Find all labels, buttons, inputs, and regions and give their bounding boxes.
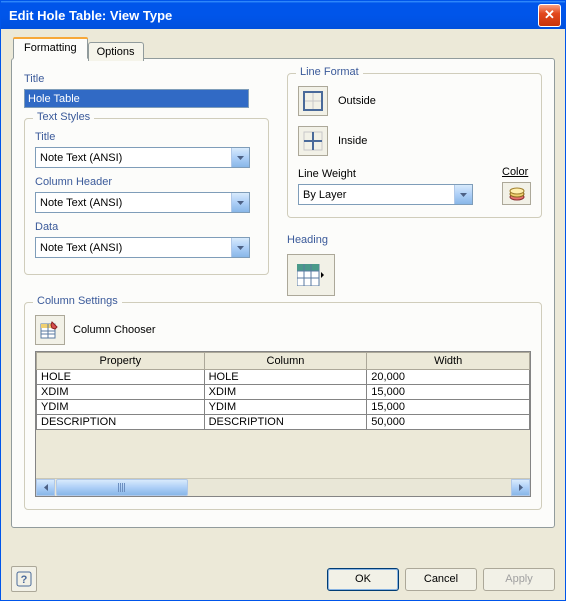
dialog-window: Edit Hole Table: View Type ✕ Formatting … xyxy=(0,0,566,601)
table-cell[interactable]: 50,000 xyxy=(367,415,530,430)
table-header-row: Property Column Width xyxy=(37,353,530,370)
help-button[interactable]: ? xyxy=(11,566,37,592)
close-button[interactable]: ✕ xyxy=(538,4,561,27)
th-width[interactable]: Width xyxy=(367,353,530,370)
close-icon: ✕ xyxy=(544,7,555,23)
tab-options[interactable]: Options xyxy=(88,42,144,61)
table-cell[interactable]: YDIM xyxy=(37,400,205,415)
help-icon: ? xyxy=(16,571,32,587)
title-style-label: Title xyxy=(35,131,258,143)
horizontal-scrollbar[interactable] xyxy=(36,478,530,496)
scroll-right-button[interactable] xyxy=(511,479,530,496)
heading-label: Heading xyxy=(287,234,542,246)
table-cell[interactable]: YDIM xyxy=(204,400,367,415)
text-styles-legend: Text Styles xyxy=(33,111,94,123)
tab-control: Formatting Options Title Text Styles Tit… xyxy=(11,37,555,528)
scroll-thumb[interactable] xyxy=(56,479,188,496)
table-row[interactable]: YDIMYDIM15,000 xyxy=(37,400,530,415)
table-cell[interactable]: XDIM xyxy=(37,385,205,400)
column-chooser-label: Column Chooser xyxy=(73,324,156,336)
line-format-legend: Line Format xyxy=(296,66,363,78)
table-cell[interactable]: 15,000 xyxy=(367,400,530,415)
ok-button[interactable]: OK xyxy=(327,568,399,591)
heading-button[interactable] xyxy=(287,254,335,296)
chevron-down-icon xyxy=(231,193,249,212)
scroll-left-button[interactable] xyxy=(36,479,55,496)
color-label: Color xyxy=(502,166,531,178)
inside-label: Inside xyxy=(338,135,367,147)
table-cell[interactable]: HOLE xyxy=(37,370,205,385)
window-title: Edit Hole Table: View Type xyxy=(9,8,172,23)
tab-panel-formatting: Title Text Styles Title Note Text (ANSI) xyxy=(11,58,555,528)
table-cell[interactable]: XDIM xyxy=(204,385,367,400)
line-weight-select[interactable]: By Layer xyxy=(298,184,473,205)
data-style-label: Data xyxy=(35,221,258,233)
table-row[interactable]: DESCRIPTIONDESCRIPTION50,000 xyxy=(37,415,530,430)
table-cell[interactable]: DESCRIPTION xyxy=(204,415,367,430)
column-table[interactable]: Property Column Width HOLEHOLE20,000XDIM… xyxy=(35,351,531,497)
table-cell[interactable]: HOLE xyxy=(204,370,367,385)
inside-line-button[interactable] xyxy=(298,126,328,156)
table-row[interactable]: XDIMXDIM15,000 xyxy=(37,385,530,400)
th-property[interactable]: Property xyxy=(37,353,205,370)
table-heading-icon xyxy=(297,264,325,286)
column-settings-legend: Column Settings xyxy=(33,295,122,307)
cancel-button[interactable]: Cancel xyxy=(405,568,477,591)
table-row[interactable]: HOLEHOLE20,000 xyxy=(37,370,530,385)
svg-text:?: ? xyxy=(21,574,28,586)
table-empty-area xyxy=(36,430,530,478)
titlebar[interactable]: Edit Hole Table: View Type ✕ xyxy=(1,1,565,29)
column-chooser-button[interactable] xyxy=(35,315,65,345)
color-button[interactable] xyxy=(502,182,531,205)
column-settings-group: Column Settings Co xyxy=(24,302,542,510)
title-label: Title xyxy=(24,73,269,85)
header-style-label: Column Header xyxy=(35,176,258,188)
table-cell[interactable]: 15,000 xyxy=(367,385,530,400)
outside-border-icon xyxy=(303,91,323,111)
table-cell[interactable]: DESCRIPTION xyxy=(37,415,205,430)
inside-border-icon xyxy=(303,131,323,151)
header-style-select[interactable]: Note Text (ANSI) xyxy=(35,192,250,213)
chevron-down-icon xyxy=(231,238,249,257)
chevron-down-icon xyxy=(454,185,472,204)
apply-button[interactable]: Apply xyxy=(483,568,555,591)
line-weight-label: Line Weight xyxy=(298,168,492,180)
text-styles-group: Text Styles Title Note Text (ANSI) Colum… xyxy=(24,118,269,275)
layers-color-icon xyxy=(508,187,526,201)
line-format-group: Line Format Outside xyxy=(287,73,542,218)
th-column[interactable]: Column xyxy=(204,353,367,370)
table-cell[interactable]: 20,000 xyxy=(367,370,530,385)
tab-formatting[interactable]: Formatting xyxy=(13,37,88,59)
title-style-select[interactable]: Note Text (ANSI) xyxy=(35,147,250,168)
chevron-down-icon xyxy=(231,148,249,167)
button-bar: ? OK Cancel Apply xyxy=(11,566,555,592)
outside-line-button[interactable] xyxy=(298,86,328,116)
column-chooser-icon xyxy=(40,320,60,340)
outside-label: Outside xyxy=(338,95,376,107)
title-input[interactable] xyxy=(24,89,249,108)
data-style-select[interactable]: Note Text (ANSI) xyxy=(35,237,250,258)
